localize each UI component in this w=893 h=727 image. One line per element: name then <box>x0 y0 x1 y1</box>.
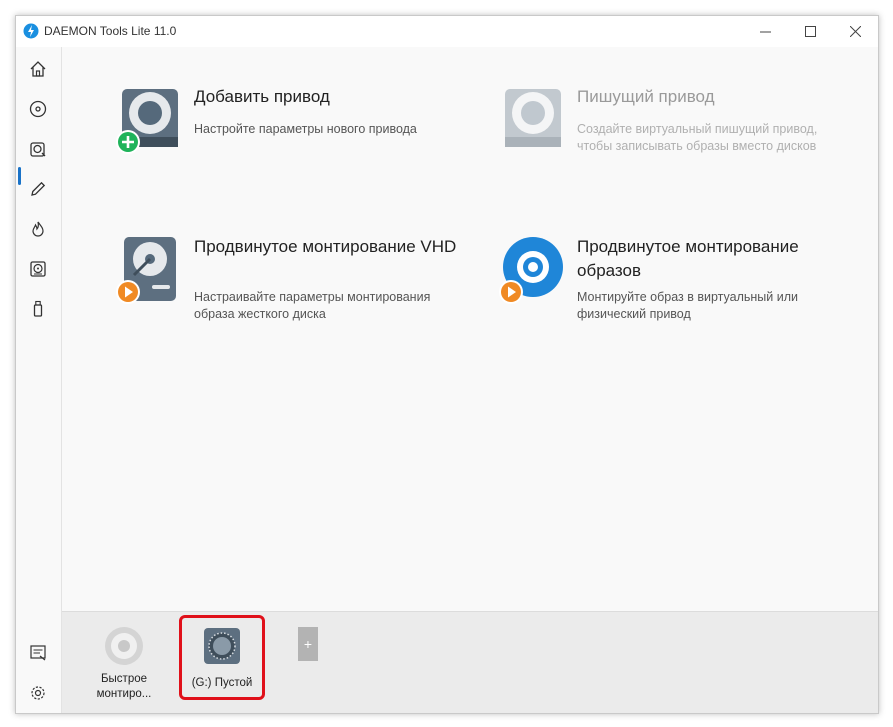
sidebar-item-images[interactable] <box>26 257 50 281</box>
close-icon <box>850 26 861 37</box>
disc-icon <box>29 100 47 118</box>
maximize-button[interactable] <box>788 16 833 47</box>
main-panel: Добавить привод Настройте параметры ново… <box>62 47 878 611</box>
title-bar: DAEMON Tools Lite 11.0 <box>16 16 878 47</box>
add-drive-icon <box>116 89 178 154</box>
minimize-button[interactable] <box>743 16 788 47</box>
sidebar-item-home[interactable] <box>26 57 50 81</box>
pencil-icon <box>31 181 46 196</box>
drive-label: Быстрое монтиро... <box>96 673 152 700</box>
vhd-mount-icon <box>116 237 176 304</box>
close-button[interactable] <box>833 16 878 47</box>
gear-icon <box>31 686 45 700</box>
sidebar-item-news[interactable] <box>26 641 50 665</box>
image-mount-icon <box>499 237 563 304</box>
sidebar-item-drives[interactable] <box>26 137 50 161</box>
drive-disc-icon <box>30 142 46 157</box>
empty-drive-icon <box>204 628 240 664</box>
drive-label: (G:) Пустой <box>191 677 253 689</box>
sidebar-item-settings[interactable] <box>26 681 50 705</box>
drive-bar: Быстрое монтиро... (G:) Пустой + <box>62 611 878 713</box>
maximize-icon <box>805 26 816 37</box>
tile-description: Настраивайте параметры монтирования обра… <box>194 290 431 321</box>
tile-vhd-mount[interactable]: Продвинутое монтирование VHD Настраивайт… <box>112 235 492 355</box>
tile-title: Продвинутое монтирование образов <box>577 237 799 280</box>
tile-description: Монтируйте образ в виртуальный или физич… <box>577 290 798 321</box>
flame-icon <box>32 221 44 237</box>
tile-description: Настройте параметры нового привода <box>194 122 417 136</box>
sidebar-item-discs[interactable] <box>26 97 50 121</box>
active-indicator <box>18 167 21 185</box>
usb-drive-icon <box>33 300 43 317</box>
tile-description: Создайте виртуальный пишущий привод, что… <box>577 122 818 153</box>
add-drive-button[interactable]: + <box>298 627 318 661</box>
tile-writer-drive: Пишущий привод Создайте виртуальный пишу… <box>495 85 875 205</box>
tile-title: Продвинутое монтирование VHD <box>194 237 457 256</box>
quick-mount-icon <box>105 627 143 665</box>
sidebar-item-editor[interactable] <box>26 177 50 201</box>
sidebar-item-burn[interactable] <box>26 217 50 241</box>
disk-image-icon <box>30 261 46 277</box>
drive-g-empty[interactable]: (G:) Пустой <box>182 626 262 691</box>
sidebar <box>16 47 62 713</box>
tile-add-drive[interactable]: Добавить привод Настройте параметры ново… <box>112 85 492 205</box>
news-icon <box>30 645 46 661</box>
home-icon <box>30 61 46 77</box>
tile-title: Пишущий привод <box>577 87 715 106</box>
daemon-tools-logo-icon <box>23 23 39 39</box>
quick-mount-drive[interactable]: Быстрое монтиро... <box>92 626 156 702</box>
minimize-icon <box>760 31 771 33</box>
sidebar-item-usb[interactable] <box>26 297 50 321</box>
tile-image-mount[interactable]: Продвинутое монтирование образов Монтиру… <box>495 235 875 355</box>
writer-drive-icon <box>505 89 561 147</box>
tile-title: Добавить привод <box>194 87 330 106</box>
window-title: DAEMON Tools Lite 11.0 <box>44 24 177 38</box>
app-window: DAEMON Tools Lite 11.0 Добавить привод Н… <box>15 15 879 714</box>
